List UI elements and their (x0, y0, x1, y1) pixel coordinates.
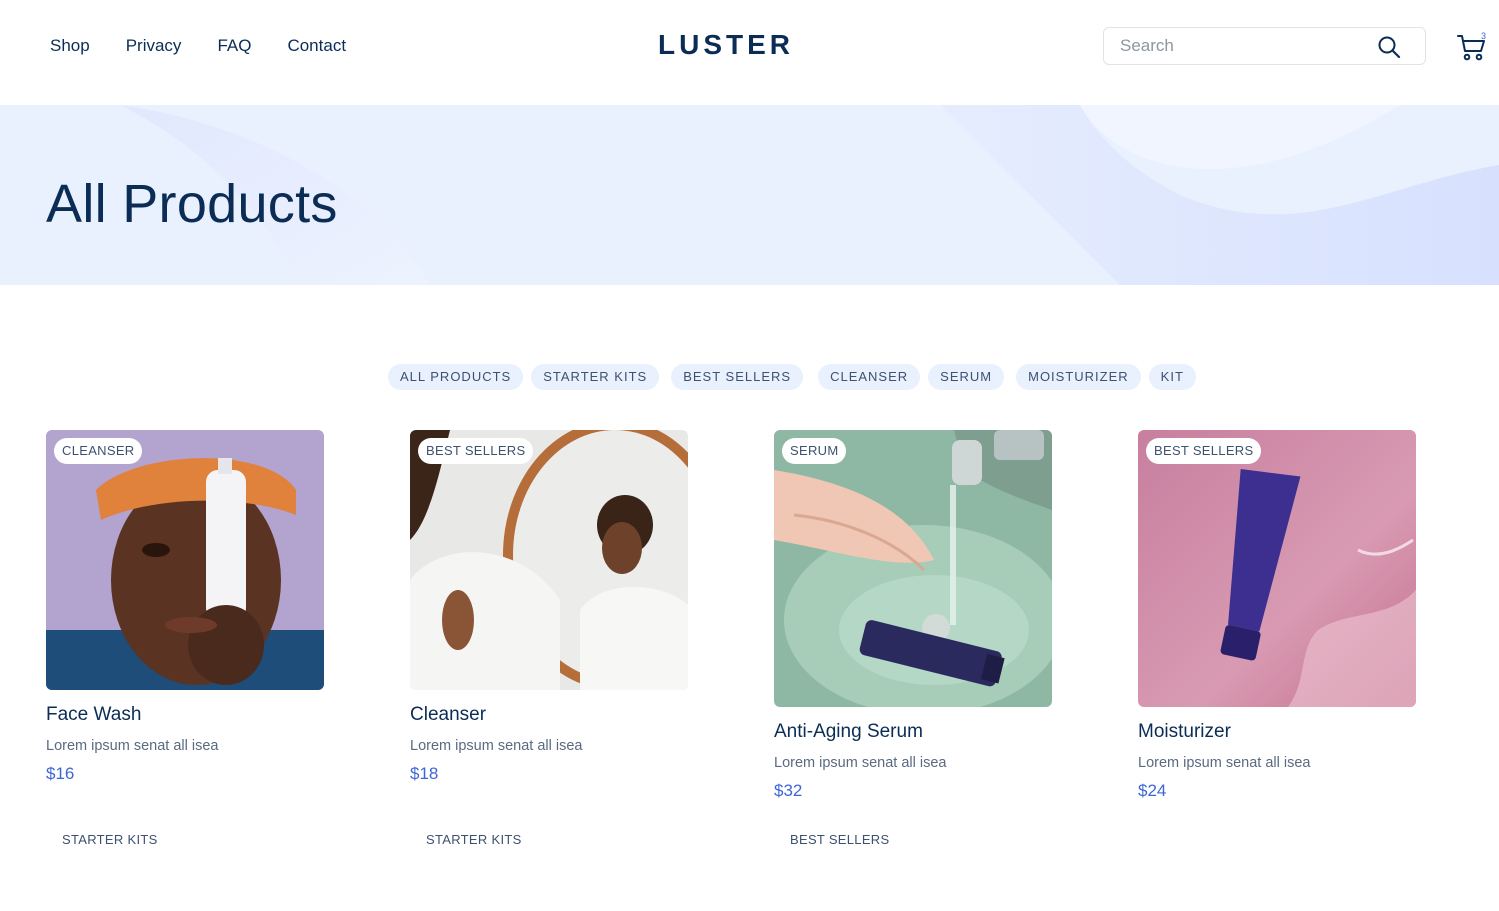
filter-serum[interactable]: SERUM (928, 364, 1005, 390)
product-category-badge: BEST SELLERS (1146, 438, 1262, 464)
product-name[interactable]: Face Wash (46, 704, 324, 726)
search-input[interactable] (1120, 28, 1370, 64)
product-category-badge: BEST SELLERS (418, 438, 534, 464)
product-image[interactable]: BEST SELLERS (1138, 430, 1416, 707)
cart-count-badge: 3 (1481, 31, 1487, 41)
filter-cleanser[interactable]: CLEANSER (818, 364, 921, 390)
product-image[interactable]: CLEANSER (46, 430, 324, 690)
product-price: $24 (1138, 781, 1167, 800)
product-card[interactable]: BEST SELLERS Moisturizer Lorem ipsum sen… (1138, 430, 1416, 801)
product-description: Lorem ipsum senat all isea (410, 738, 583, 754)
site-header: Shop Privacy FAQ Contact LUSTER 3 (0, 0, 1499, 104)
product-name[interactable]: Cleanser (410, 704, 688, 726)
product-description: Lorem ipsum senat all isea (774, 755, 947, 771)
product-card[interactable]: BEST SELLERS Cleanser Lorem ipsum senat … (410, 430, 688, 784)
product-image[interactable]: SERUM (774, 430, 1052, 707)
product-category-badge: SERUM (782, 438, 847, 464)
product-image[interactable]: BEST SELLERS (410, 430, 688, 690)
product-price: $32 (774, 781, 803, 800)
product-price: $18 (410, 764, 439, 783)
product-name[interactable]: Anti-Aging Serum (774, 721, 1052, 743)
product-name[interactable]: Moisturizer (1138, 721, 1416, 743)
product-tag: STARTER KITS (426, 832, 522, 847)
page-title: All Products (46, 174, 338, 234)
product-card[interactable]: CLEANSER Face Wash Lorem ipsum senat all… (46, 430, 324, 784)
filter-best-sellers[interactable]: BEST SELLERS (671, 364, 804, 390)
hero-banner: All Products (0, 105, 1499, 285)
filter-all-products[interactable]: ALL PRODUCTS (388, 364, 524, 390)
product-category-badge: CLEANSER (54, 438, 143, 464)
filter-kit[interactable]: KIT (1148, 364, 1196, 390)
search-icon[interactable] (1377, 35, 1401, 59)
filter-moisturizer[interactable]: MOISTURIZER (1016, 364, 1141, 390)
product-description: Lorem ipsum senat all isea (1138, 755, 1311, 771)
filter-starter-kits[interactable]: STARTER KITS (531, 364, 660, 390)
search-box (1103, 27, 1426, 65)
product-description: Lorem ipsum senat all isea (46, 738, 219, 754)
product-card[interactable]: SERUM Anti-Aging Serum Lorem ipsum senat… (774, 430, 1052, 801)
product-tag: STARTER KITS (62, 832, 158, 847)
category-filters: ALL PRODUCTS STARTER KITS BEST SELLERS C… (388, 364, 1196, 390)
product-price: $16 (46, 764, 75, 783)
product-tag: BEST SELLERS (790, 832, 890, 847)
